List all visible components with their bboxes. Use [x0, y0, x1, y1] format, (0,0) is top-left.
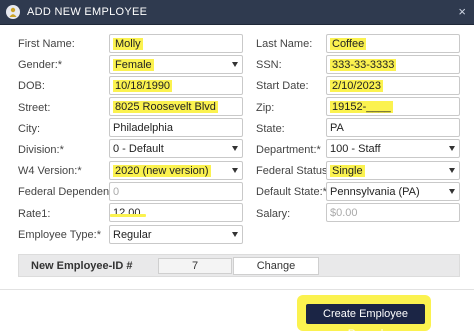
city-value: Philadelphia	[113, 122, 173, 134]
employee-type-label: Employee Type:*	[18, 229, 101, 241]
division-select[interactable]: 0 - Default	[109, 139, 243, 158]
zip-label: Zip:	[256, 102, 275, 114]
employee-id-value: 7	[158, 258, 232, 274]
employee-type-label-text: Employee Type:	[18, 229, 97, 241]
last-name-input[interactable]: Coffee	[326, 34, 460, 53]
chevron-down-icon	[449, 146, 455, 151]
division-label: Division:*	[18, 144, 64, 156]
first-name-input[interactable]: Molly	[109, 34, 243, 53]
w4-version-select[interactable]: 2020 (new version)	[109, 161, 243, 180]
salary-placeholder: $0.00	[330, 207, 358, 219]
chevron-down-icon	[232, 168, 238, 173]
required-mark: *	[59, 144, 64, 156]
gender-value: Female	[113, 59, 154, 71]
first-name-label: First Name:	[18, 38, 75, 50]
close-icon[interactable]: ×	[458, 4, 466, 19]
federal-status-label: Federal Status:*	[256, 165, 335, 177]
city-label: City:	[18, 123, 40, 135]
default-state-select[interactable]: Pennsylvania (PA)	[326, 182, 460, 201]
federal-dependents-input[interactable]: 0	[109, 182, 243, 201]
w4-version-label-text: W4 Version:	[18, 165, 78, 177]
dialog-title: ADD NEW EMPLOYEE	[27, 6, 148, 18]
dob-label: DOB:	[18, 80, 45, 92]
chevron-down-icon	[232, 146, 238, 151]
zip-value: 19152-____	[330, 101, 393, 113]
dob-input[interactable]: 10/18/1990	[109, 76, 243, 95]
federal-dependents-placeholder: 0	[113, 186, 120, 198]
division-label-text: Division:	[18, 144, 60, 156]
start-date-label: Start Date:	[256, 80, 309, 92]
street-label: Street:	[18, 102, 51, 114]
create-employee-record-button[interactable]: Create Employee Record	[306, 304, 425, 335]
last-name-label: Last Name:	[256, 38, 313, 50]
zip-input[interactable]: 19152-____	[326, 97, 460, 116]
gender-label-text: Gender:	[18, 59, 58, 71]
state-label: State:	[256, 123, 285, 135]
rate1-label: Rate1:	[18, 208, 51, 220]
federal-status-label-text: Federal Status:	[256, 165, 331, 177]
required-mark: *	[316, 144, 321, 156]
employee-type-select[interactable]: Regular	[109, 225, 243, 244]
department-label-text: Department:	[256, 144, 317, 156]
dialog-titlebar: ADD NEW EMPLOYEE ×	[0, 0, 474, 25]
chevron-down-icon	[232, 62, 238, 67]
division-value: 0 - Default	[113, 143, 164, 155]
federal-status-select[interactable]: Single	[326, 161, 460, 180]
first-name-value: Molly	[113, 38, 143, 50]
ssn-value: 333-33-3333	[330, 59, 397, 71]
federal-dependents-label: Federal Dependents:	[18, 186, 121, 198]
w4-version-value: 2020 (new version)	[113, 165, 211, 177]
salary-input[interactable]: $0.00	[326, 203, 460, 222]
default-state-label-text: Default State:	[256, 186, 323, 198]
street-value: 8025 Roosevelt Blvd	[113, 101, 218, 113]
chevron-down-icon	[449, 189, 455, 194]
last-name-value: Coffee	[330, 38, 367, 50]
department-select[interactable]: 100 - Staff	[326, 139, 460, 158]
chevron-down-icon	[449, 168, 455, 173]
city-input[interactable]: Philadelphia	[109, 118, 243, 137]
user-icon	[6, 5, 20, 19]
required-mark: *	[57, 59, 63, 71]
employee-id-label: New Employee-ID #	[31, 260, 133, 272]
federal-status-value: Single	[330, 165, 365, 177]
ssn-label: SSN:	[256, 59, 282, 71]
employee-type-value: Regular	[113, 229, 152, 241]
ssn-input[interactable]: 333-33-3333	[326, 55, 460, 74]
gender-select[interactable]: Female	[109, 55, 243, 74]
department-label: Department:*	[256, 144, 321, 156]
required-mark: *	[77, 165, 82, 177]
department-value: 100 - Staff	[330, 143, 381, 155]
chevron-down-icon	[232, 232, 238, 237]
rate1-highlight	[110, 214, 146, 217]
rate1-value: 12.00	[113, 207, 141, 219]
change-id-button[interactable]: Change	[233, 257, 319, 275]
create-button-highlight: Create Employee Record	[297, 295, 431, 335]
state-input[interactable]: PA	[326, 118, 460, 137]
dob-value: 10/18/1990	[113, 80, 173, 92]
start-date-input[interactable]: 2/10/2023	[326, 76, 460, 95]
gender-label: Gender:*	[18, 59, 62, 71]
employee-id-bar: New Employee-ID # 7 Change	[18, 254, 460, 277]
rate1-input[interactable]: 12.00	[109, 203, 243, 222]
start-date-value: 2/10/2023	[330, 80, 383, 92]
footer-divider	[0, 289, 474, 290]
w4-version-label: W4 Version:*	[18, 165, 82, 177]
default-state-label: Default State:*	[256, 186, 327, 198]
required-mark: *	[96, 229, 101, 241]
salary-label: Salary:	[256, 208, 291, 220]
state-value: PA	[330, 122, 344, 134]
default-state-value: Pennsylvania (PA)	[330, 186, 420, 198]
street-input[interactable]: 8025 Roosevelt Blvd	[109, 97, 243, 116]
